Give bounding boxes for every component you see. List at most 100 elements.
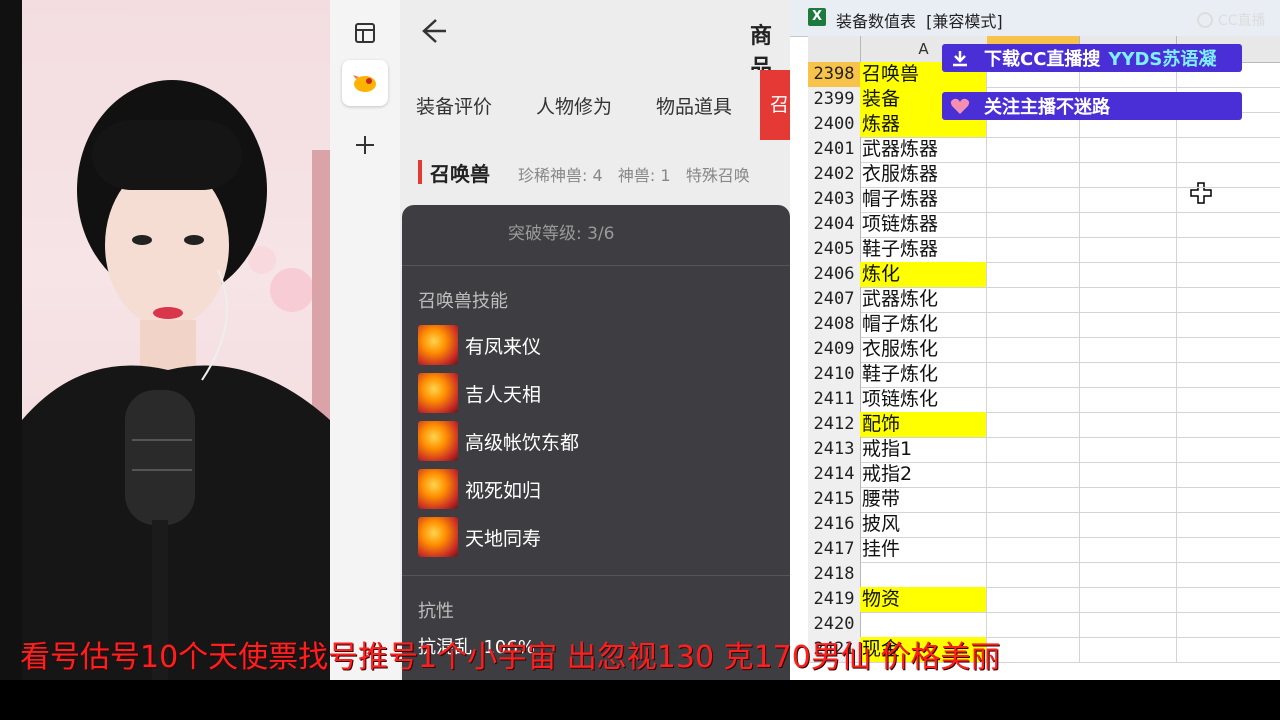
cell-c[interactable]	[1079, 362, 1177, 387]
cell-a[interactable]: 物资	[860, 587, 987, 612]
row-number[interactable]: 2407	[808, 287, 861, 312]
cell-c[interactable]	[1079, 312, 1177, 337]
cell-a[interactable]: 项链炼化	[860, 387, 987, 412]
cell-d[interactable]	[1176, 412, 1280, 437]
row-number[interactable]: 2411	[808, 387, 861, 412]
cell-b[interactable]	[987, 187, 1080, 212]
cell-d[interactable]	[1176, 337, 1280, 362]
row-number[interactable]: 2408	[808, 312, 861, 337]
cell-a[interactable]	[860, 612, 987, 637]
cell-c[interactable]	[1079, 337, 1177, 362]
cell-a[interactable]: 衣服炼化	[860, 337, 987, 362]
cell-c[interactable]	[1079, 412, 1177, 437]
cell-b[interactable]	[987, 612, 1080, 637]
cell-c[interactable]	[1079, 537, 1177, 562]
cell-c[interactable]	[1079, 487, 1177, 512]
tab-character-cultivation[interactable]: 人物修为	[536, 92, 612, 119]
cell-d[interactable]	[1176, 187, 1280, 212]
cell-b[interactable]	[987, 512, 1080, 537]
cell-d[interactable]	[1176, 437, 1280, 462]
cell-c[interactable]	[1079, 512, 1177, 537]
cell-b[interactable]	[987, 537, 1080, 562]
cell-b[interactable]	[987, 362, 1080, 387]
skill-item[interactable]: 高级帐饮东都	[418, 421, 579, 461]
cell-d[interactable]	[1176, 362, 1280, 387]
cell-b[interactable]	[987, 137, 1080, 162]
cell-b[interactable]	[987, 462, 1080, 487]
cell-b[interactable]	[987, 437, 1080, 462]
cell-b[interactable]	[987, 487, 1080, 512]
cell-c[interactable]	[1079, 162, 1177, 187]
cell-c[interactable]	[1079, 137, 1177, 162]
follow-banner[interactable]: 关注主播不迷路	[942, 92, 1242, 120]
row-number[interactable]: 2419	[808, 587, 861, 612]
cell-d[interactable]	[1176, 462, 1280, 487]
cell-c[interactable]	[1079, 287, 1177, 312]
download-banner[interactable]: 下载CC直播搜 YYDS苏语凝	[942, 44, 1242, 72]
row-number[interactable]: 2398	[808, 62, 861, 87]
cell-a[interactable]: 戒指1	[860, 437, 987, 462]
back-arrow-icon[interactable]	[418, 16, 448, 50]
row-number[interactable]: 2404	[808, 212, 861, 237]
skill-item[interactable]: 有凤来仪	[418, 325, 541, 365]
cell-d[interactable]	[1176, 162, 1280, 187]
add-tab-icon[interactable]	[342, 122, 388, 168]
cell-d[interactable]	[1176, 512, 1280, 537]
skill-item[interactable]: 吉人天相	[418, 373, 541, 413]
cell-c[interactable]	[1079, 437, 1177, 462]
row-number[interactable]: 2410	[808, 362, 861, 387]
row-number[interactable]: 2399	[808, 87, 861, 112]
cell-b[interactable]	[987, 337, 1080, 362]
panel-toggle-icon[interactable]	[342, 10, 388, 56]
game-app-icon[interactable]	[342, 60, 388, 106]
cell-d[interactable]	[1176, 262, 1280, 287]
cell-b[interactable]	[987, 562, 1080, 587]
row-number[interactable]: 2409	[808, 337, 861, 362]
cell-c[interactable]	[1079, 462, 1177, 487]
row-number[interactable]: 2401	[808, 137, 861, 162]
cell-a[interactable]: 武器炼器	[860, 137, 987, 162]
cell-d[interactable]	[1176, 287, 1280, 312]
row-number[interactable]: 2405	[808, 237, 861, 262]
cell-d[interactable]	[1176, 562, 1280, 587]
cell-b[interactable]	[987, 387, 1080, 412]
cell-d[interactable]	[1176, 237, 1280, 262]
skill-item[interactable]: 视死如归	[418, 469, 541, 509]
row-number[interactable]: 2415	[808, 487, 861, 512]
select-all-corner[interactable]	[808, 36, 861, 62]
cell-a[interactable]: 衣服炼器	[860, 162, 987, 187]
cell-a[interactable]: 炼化	[860, 262, 987, 287]
row-number[interactable]: 2414	[808, 462, 861, 487]
cell-a[interactable]: 腰带	[860, 487, 987, 512]
cell-a[interactable]: 配饰	[860, 412, 987, 437]
skill-item[interactable]: 天地同寿	[418, 517, 541, 557]
cell-a[interactable]	[860, 562, 987, 587]
cell-b[interactable]	[987, 262, 1080, 287]
cell-a[interactable]: 鞋子炼化	[860, 362, 987, 387]
cell-b[interactable]	[987, 587, 1080, 612]
tab-summons-active[interactable]: 召	[760, 70, 790, 140]
cell-a[interactable]: 武器炼化	[860, 287, 987, 312]
cell-b[interactable]	[987, 412, 1080, 437]
cell-c[interactable]	[1079, 212, 1177, 237]
cell-d[interactable]	[1176, 137, 1280, 162]
cell-d[interactable]	[1176, 387, 1280, 412]
row-number[interactable]: 2418	[808, 562, 861, 587]
row-number[interactable]: 2402	[808, 162, 861, 187]
cell-a[interactable]: 帽子炼器	[860, 187, 987, 212]
cell-d[interactable]	[1176, 212, 1280, 237]
cell-c[interactable]	[1079, 562, 1177, 587]
cell-a[interactable]: 戒指2	[860, 462, 987, 487]
row-number[interactable]: 2417	[808, 537, 861, 562]
cell-a[interactable]: 披风	[860, 512, 987, 537]
cell-c[interactable]	[1079, 262, 1177, 287]
row-number[interactable]: 2406	[808, 262, 861, 287]
cell-d[interactable]	[1176, 612, 1280, 637]
cell-a[interactable]: 帽子炼化	[860, 312, 987, 337]
row-number[interactable]: 2412	[808, 412, 861, 437]
cell-c[interactable]	[1079, 587, 1177, 612]
cell-b[interactable]	[987, 212, 1080, 237]
cell-b[interactable]	[987, 287, 1080, 312]
cell-b[interactable]	[987, 312, 1080, 337]
cell-a[interactable]: 挂件	[860, 537, 987, 562]
